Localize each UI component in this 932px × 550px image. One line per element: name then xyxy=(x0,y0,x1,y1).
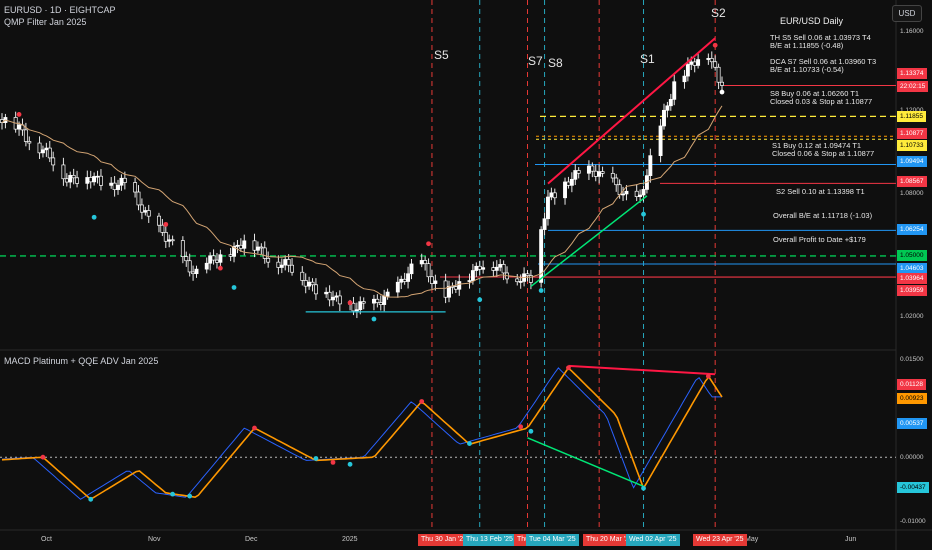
signal-label-s8: S8 xyxy=(548,56,563,70)
signal-dot-9 xyxy=(538,288,544,293)
macd-dot-14 xyxy=(705,373,711,379)
note-s2: S2 Sell 0.10 at 1.13398 T1 xyxy=(776,187,865,196)
buy-1-09494-tag: 1.09494 xyxy=(897,156,927,167)
time-highlight-6: Wed 23 Apr '25 xyxy=(693,534,747,546)
level-1-05000-tag: 1.05000 xyxy=(897,250,927,261)
macd-dot-0 xyxy=(40,454,46,460)
signal-value-tag: 0.00923 xyxy=(897,393,927,404)
macd-dot-5 xyxy=(313,456,319,461)
notes-title: EUR/USD Daily xyxy=(780,16,844,26)
macd-dot-3 xyxy=(187,493,193,499)
signal-dot-12 xyxy=(719,89,725,95)
price-tick-2: 1.08000 xyxy=(900,190,924,197)
sell-1-03959-tag: 1.03959 xyxy=(897,285,927,296)
filter-title: QMP Filter Jan 2025 xyxy=(4,17,87,27)
stop-1-10877-tag: 1.10877 xyxy=(897,128,927,139)
time-highlight-3: Tue 04 Mar '25 xyxy=(526,534,579,546)
macd-dot-12 xyxy=(566,365,571,371)
price-tick-0: 1.16000 xyxy=(900,28,924,35)
hist-value-tag: 0.00537 xyxy=(897,418,927,429)
macd-dot-10 xyxy=(518,424,524,430)
price-tick-4: 1.02000 xyxy=(900,313,924,320)
macd-tick-1: 0.00000 xyxy=(900,454,924,461)
signal-dot-7 xyxy=(426,241,431,247)
signal-dot-5 xyxy=(347,300,353,306)
macd-title: MACD Platinum + QQE ADV Jan 2025 xyxy=(4,356,159,366)
time-highlight-4: Thu 20 Mar '2 xyxy=(583,534,632,546)
sell-1-03964-tag: 1.03964 xyxy=(897,273,927,284)
time-tick-3: 2025 xyxy=(342,536,358,543)
signal-dot-4 xyxy=(231,285,237,290)
signal-dot-6 xyxy=(371,316,377,322)
signal-label-s5: S5 xyxy=(434,48,449,62)
macd-tick-2: -0.01000 xyxy=(900,518,926,525)
note-th-s5-b: B/E at 1.11855 (-0.48) xyxy=(770,41,844,50)
signal-label-s7: S7 xyxy=(528,54,543,68)
macd-dot-8 xyxy=(419,399,425,404)
chart-canvas xyxy=(0,0,932,550)
note-overall-profit: Overall Profit to Date +$179 xyxy=(773,235,866,244)
macd-value-tag: 0.01128 xyxy=(897,379,927,390)
time-tick-1: Nov xyxy=(148,536,161,543)
qqe-value-tag: -0.00437 xyxy=(897,482,929,493)
time-tick-4: May xyxy=(745,536,759,543)
buy-1-06254-tag: 1.06254 xyxy=(897,224,927,235)
macd-dot-13 xyxy=(641,485,646,491)
macd-dot-9 xyxy=(467,441,472,446)
currency-button[interactable]: USD xyxy=(892,5,922,22)
countdown-tag: 22:02:15 xyxy=(897,81,929,92)
macd-dot-7 xyxy=(347,461,353,467)
time-tick-2: Dec xyxy=(245,536,258,543)
symbol-title: EURUSD · 1D · EIGHTCAP xyxy=(4,5,116,15)
signal-label-s1: S1 xyxy=(640,52,655,66)
macd-dot-4 xyxy=(252,425,257,431)
signal-dot-10 xyxy=(641,211,646,217)
time-tick-0: Oct xyxy=(41,536,52,543)
note-s1-b: Closed 0.06 & Stop at 1.10877 xyxy=(772,149,875,158)
signal-dot-1 xyxy=(91,214,97,220)
level-1-08567-tag: 1.08567 xyxy=(897,176,927,187)
time-highlight-1: Thu 13 Feb '25 xyxy=(463,534,516,546)
time-tick-5: Jun xyxy=(845,536,857,543)
note-dca-s7-b: B/E at 1.10733 (-0.54) xyxy=(770,65,844,74)
be-1-10733-tag: 1.10733 xyxy=(897,140,927,151)
signal-label-s2: S2 xyxy=(711,6,726,20)
macd-tick-0: 0.01500 xyxy=(900,356,924,363)
signal-dot-8 xyxy=(477,297,483,303)
last-price-tag: 1.13374 xyxy=(897,68,927,79)
signal-dot-3 xyxy=(217,265,223,271)
macd-dot-11 xyxy=(528,428,534,434)
signal-dot-0 xyxy=(16,112,22,117)
signal-dot-2 xyxy=(163,221,169,227)
note-s8-b: Closed 0.03 & Stop at 1.10877 xyxy=(770,97,873,106)
macd-dot-2 xyxy=(170,491,176,497)
macd-dot-6 xyxy=(330,459,336,465)
macd-dot-1 xyxy=(88,496,94,502)
be-1-11855-tag: 1.11855 xyxy=(897,111,927,122)
note-overall-be: Overall B/E at 1.11718 (-1.03) xyxy=(773,211,873,220)
signal-dot-11 xyxy=(712,42,718,48)
time-highlight-5: Wed 02 Apr '25 xyxy=(626,534,680,546)
